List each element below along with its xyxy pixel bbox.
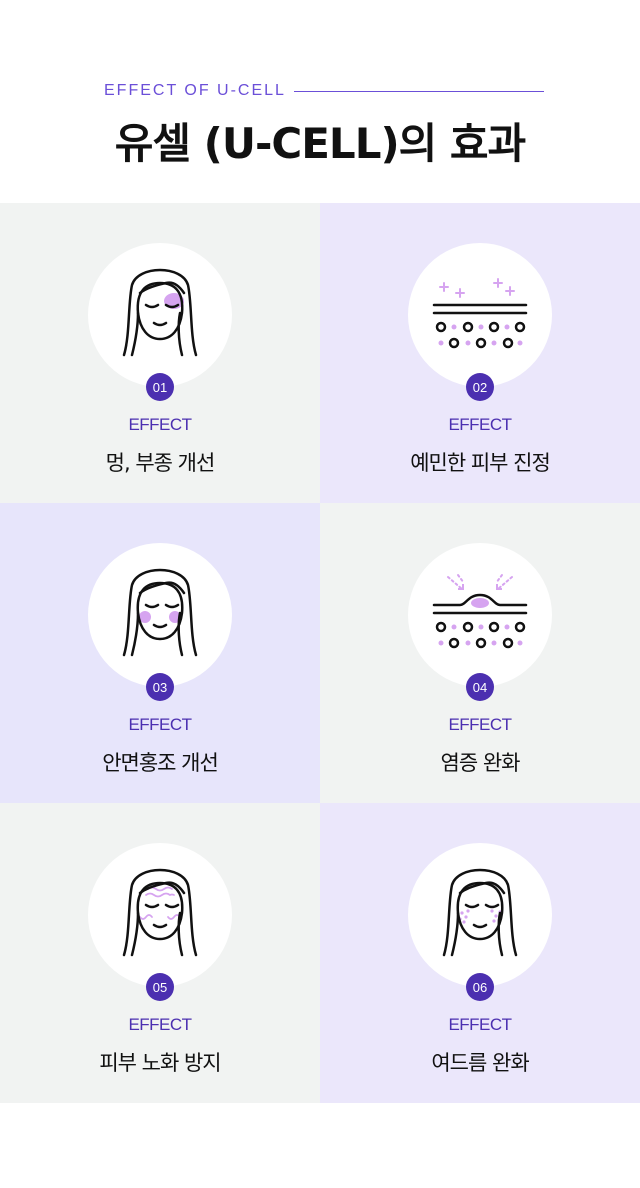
- face-blush-icon: [122, 568, 198, 657]
- effect-tag: EFFECT: [128, 415, 192, 434]
- effect-number-badge: 03: [146, 673, 174, 701]
- effect-number-badge: 04: [466, 673, 494, 701]
- effect-icon-circle: [408, 843, 552, 987]
- effect-icon-circle: [88, 843, 232, 987]
- effect-number-badge: 02: [466, 373, 494, 401]
- effect-number-badge: 05: [146, 973, 174, 1001]
- effect-card-04: 04 EFFECT 염증 완화: [320, 503, 640, 803]
- effect-tag: EFFECT: [448, 715, 512, 734]
- eyebrow-row: EFFECT OF U-CELL: [104, 80, 544, 102]
- effect-card-01: 01 EFFECT 멍, 부종 개선: [0, 203, 320, 503]
- effect-label: 여드름 완화: [431, 1051, 529, 1075]
- face-wrinkle-icon: [122, 868, 198, 957]
- header: EFFECT OF U-CELL 유셀 (U-CELL)의 효과: [0, 0, 640, 203]
- effect-icon-circle: [88, 543, 232, 687]
- effect-label: 안면홍조 개선: [102, 751, 219, 775]
- effect-label: 예민한 피부 진정: [410, 451, 551, 475]
- effect-number-badge: 06: [466, 973, 494, 1001]
- effect-card-03: 03 EFFECT 안면홍조 개선: [0, 503, 320, 803]
- effect-icon-circle: [408, 243, 552, 387]
- effect-tag: EFFECT: [128, 715, 192, 734]
- effect-label: 피부 노화 방지: [99, 1051, 221, 1075]
- effect-card-05: 05 EFFECT 피부 노화 방지: [0, 803, 320, 1103]
- effects-grid: 01 EFFECT 멍, 부종 개선 02 EFFECT 예민한 피부 진정 0…: [0, 203, 640, 1103]
- face-eye-bruise-icon: [122, 268, 198, 357]
- effect-tag: EFFECT: [448, 415, 512, 434]
- effect-tag: EFFECT: [448, 1015, 512, 1034]
- eyebrow-text: EFFECT OF U-CELL: [104, 82, 286, 99]
- effect-number-badge: 01: [146, 373, 174, 401]
- effect-label: 멍, 부종 개선: [105, 451, 216, 475]
- face-acne-icon: [442, 868, 518, 957]
- effect-card-06: 06 EFFECT 여드름 완화: [320, 803, 640, 1103]
- skin-layer-calm-icon: [432, 278, 528, 349]
- effect-label: 염증 완화: [440, 751, 521, 775]
- effect-tag: EFFECT: [128, 1015, 192, 1034]
- effect-icon-circle: [408, 543, 552, 687]
- skin-layer-inflammation-icon: [432, 574, 528, 649]
- page-title: 유셀 (U-CELL)의 효과: [114, 119, 526, 168]
- eyebrow-divider: [293, 90, 544, 92]
- effect-card-02: 02 EFFECT 예민한 피부 진정: [320, 203, 640, 503]
- effect-icon-circle: [88, 243, 232, 387]
